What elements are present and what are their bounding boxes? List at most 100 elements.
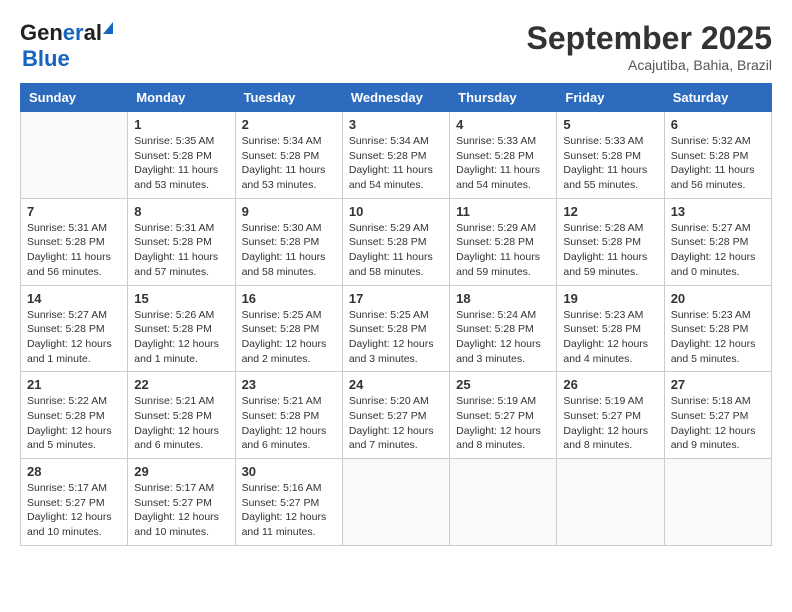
sunrise-text: Sunrise: 5:18 AM: [671, 395, 751, 407]
day-number: 12: [563, 204, 657, 219]
sunrise-text: Sunrise: 5:21 AM: [134, 395, 214, 407]
day-info: Sunrise: 5:19 AM Sunset: 5:27 PM Dayligh…: [456, 394, 550, 453]
calendar-header-row: Sunday Monday Tuesday Wednesday Thursday…: [21, 84, 772, 112]
day-info: Sunrise: 5:21 AM Sunset: 5:28 PM Dayligh…: [134, 394, 228, 453]
day-number: 13: [671, 204, 765, 219]
day-number: 25: [456, 377, 550, 392]
day-info: Sunrise: 5:27 AM Sunset: 5:28 PM Dayligh…: [671, 221, 765, 280]
sunrise-text: Sunrise: 5:25 AM: [349, 309, 429, 321]
day-number: 7: [27, 204, 121, 219]
day-number: 19: [563, 291, 657, 306]
day-number: 10: [349, 204, 443, 219]
table-row: 22 Sunrise: 5:21 AM Sunset: 5:28 PM Dayl…: [128, 372, 235, 459]
sunrise-text: Sunrise: 5:16 AM: [242, 482, 322, 494]
calendar-table: Sunday Monday Tuesday Wednesday Thursday…: [20, 83, 772, 546]
sunrise-text: Sunrise: 5:33 AM: [456, 135, 536, 147]
sunset-text: Sunset: 5:27 PM: [671, 410, 749, 422]
sunset-text: Sunset: 5:27 PM: [27, 497, 105, 509]
location: Acajutiba, Bahia, Brazil: [527, 57, 772, 73]
day-info: Sunrise: 5:34 AM Sunset: 5:28 PM Dayligh…: [242, 134, 336, 193]
col-friday: Friday: [557, 84, 664, 112]
sunrise-text: Sunrise: 5:33 AM: [563, 135, 643, 147]
daylight-text: Daylight: 11 hours and 54 minutes.: [456, 164, 540, 191]
day-number: 9: [242, 204, 336, 219]
day-info: Sunrise: 5:29 AM Sunset: 5:28 PM Dayligh…: [456, 221, 550, 280]
table-row: 23 Sunrise: 5:21 AM Sunset: 5:28 PM Dayl…: [235, 372, 342, 459]
table-row: 24 Sunrise: 5:20 AM Sunset: 5:27 PM Dayl…: [342, 372, 449, 459]
table-row: 16 Sunrise: 5:25 AM Sunset: 5:28 PM Dayl…: [235, 285, 342, 372]
day-info: Sunrise: 5:24 AM Sunset: 5:28 PM Dayligh…: [456, 308, 550, 367]
sunset-text: Sunset: 5:28 PM: [134, 150, 212, 162]
day-number: 20: [671, 291, 765, 306]
daylight-text: Daylight: 11 hours and 53 minutes.: [134, 164, 218, 191]
sunrise-text: Sunrise: 5:35 AM: [134, 135, 214, 147]
col-thursday: Thursday: [450, 84, 557, 112]
sunset-text: Sunset: 5:28 PM: [563, 150, 641, 162]
daylight-text: Daylight: 12 hours and 10 minutes.: [134, 511, 219, 538]
day-number: 2: [242, 117, 336, 132]
daylight-text: Daylight: 11 hours and 58 minutes.: [242, 251, 326, 278]
daylight-text: Daylight: 12 hours and 3 minutes.: [456, 338, 541, 365]
sunset-text: Sunset: 5:28 PM: [242, 410, 320, 422]
table-row: 8 Sunrise: 5:31 AM Sunset: 5:28 PM Dayli…: [128, 198, 235, 285]
sunset-text: Sunset: 5:28 PM: [134, 236, 212, 248]
daylight-text: Daylight: 12 hours and 8 minutes.: [456, 425, 541, 452]
sunset-text: Sunset: 5:28 PM: [671, 236, 749, 248]
sunset-text: Sunset: 5:28 PM: [242, 323, 320, 335]
sunrise-text: Sunrise: 5:31 AM: [134, 222, 214, 234]
sunrise-text: Sunrise: 5:24 AM: [456, 309, 536, 321]
logo-line2: Blue: [22, 46, 113, 72]
table-row: 2 Sunrise: 5:34 AM Sunset: 5:28 PM Dayli…: [235, 112, 342, 199]
sunset-text: Sunset: 5:28 PM: [27, 410, 105, 422]
daylight-text: Daylight: 12 hours and 11 minutes.: [242, 511, 327, 538]
day-info: Sunrise: 5:33 AM Sunset: 5:28 PM Dayligh…: [456, 134, 550, 193]
day-info: Sunrise: 5:25 AM Sunset: 5:28 PM Dayligh…: [242, 308, 336, 367]
day-info: Sunrise: 5:23 AM Sunset: 5:28 PM Dayligh…: [563, 308, 657, 367]
sunrise-text: Sunrise: 5:26 AM: [134, 309, 214, 321]
daylight-text: Daylight: 11 hours and 54 minutes.: [349, 164, 433, 191]
table-row: 7 Sunrise: 5:31 AM Sunset: 5:28 PM Dayli…: [21, 198, 128, 285]
sunset-text: Sunset: 5:27 PM: [456, 410, 534, 422]
col-wednesday: Wednesday: [342, 84, 449, 112]
day-number: 4: [456, 117, 550, 132]
table-row: 30 Sunrise: 5:16 AM Sunset: 5:27 PM Dayl…: [235, 459, 342, 546]
sunrise-text: Sunrise: 5:27 AM: [27, 309, 107, 321]
table-row: 14 Sunrise: 5:27 AM Sunset: 5:28 PM Dayl…: [21, 285, 128, 372]
sunset-text: Sunset: 5:28 PM: [134, 323, 212, 335]
day-info: Sunrise: 5:18 AM Sunset: 5:27 PM Dayligh…: [671, 394, 765, 453]
logo-line1: General: [20, 20, 113, 46]
day-info: Sunrise: 5:28 AM Sunset: 5:28 PM Dayligh…: [563, 221, 657, 280]
day-number: 3: [349, 117, 443, 132]
sunset-text: Sunset: 5:27 PM: [349, 410, 427, 422]
daylight-text: Daylight: 12 hours and 3 minutes.: [349, 338, 434, 365]
table-row: 10 Sunrise: 5:29 AM Sunset: 5:28 PM Dayl…: [342, 198, 449, 285]
daylight-text: Daylight: 11 hours and 56 minutes.: [27, 251, 111, 278]
day-number: 5: [563, 117, 657, 132]
daylight-text: Daylight: 12 hours and 2 minutes.: [242, 338, 327, 365]
day-number: 30: [242, 464, 336, 479]
daylight-text: Daylight: 12 hours and 10 minutes.: [27, 511, 112, 538]
sunrise-text: Sunrise: 5:21 AM: [242, 395, 322, 407]
daylight-text: Daylight: 12 hours and 5 minutes.: [671, 338, 756, 365]
table-row: 21 Sunrise: 5:22 AM Sunset: 5:28 PM Dayl…: [21, 372, 128, 459]
sunset-text: Sunset: 5:28 PM: [671, 323, 749, 335]
day-info: Sunrise: 5:17 AM Sunset: 5:27 PM Dayligh…: [27, 481, 121, 540]
table-row: [450, 459, 557, 546]
daylight-text: Daylight: 12 hours and 8 minutes.: [563, 425, 648, 452]
table-row: 20 Sunrise: 5:23 AM Sunset: 5:28 PM Dayl…: [664, 285, 771, 372]
sunrise-text: Sunrise: 5:34 AM: [242, 135, 322, 147]
calendar-week-row: 28 Sunrise: 5:17 AM Sunset: 5:27 PM Dayl…: [21, 459, 772, 546]
day-number: 1: [134, 117, 228, 132]
day-number: 26: [563, 377, 657, 392]
sunset-text: Sunset: 5:27 PM: [134, 497, 212, 509]
table-row: 15 Sunrise: 5:26 AM Sunset: 5:28 PM Dayl…: [128, 285, 235, 372]
day-info: Sunrise: 5:19 AM Sunset: 5:27 PM Dayligh…: [563, 394, 657, 453]
table-row: 1 Sunrise: 5:35 AM Sunset: 5:28 PM Dayli…: [128, 112, 235, 199]
sunset-text: Sunset: 5:28 PM: [349, 323, 427, 335]
day-info: Sunrise: 5:21 AM Sunset: 5:28 PM Dayligh…: [242, 394, 336, 453]
table-row: [21, 112, 128, 199]
day-info: Sunrise: 5:20 AM Sunset: 5:27 PM Dayligh…: [349, 394, 443, 453]
day-number: 22: [134, 377, 228, 392]
daylight-text: Daylight: 12 hours and 1 minute.: [134, 338, 219, 365]
day-info: Sunrise: 5:22 AM Sunset: 5:28 PM Dayligh…: [27, 394, 121, 453]
